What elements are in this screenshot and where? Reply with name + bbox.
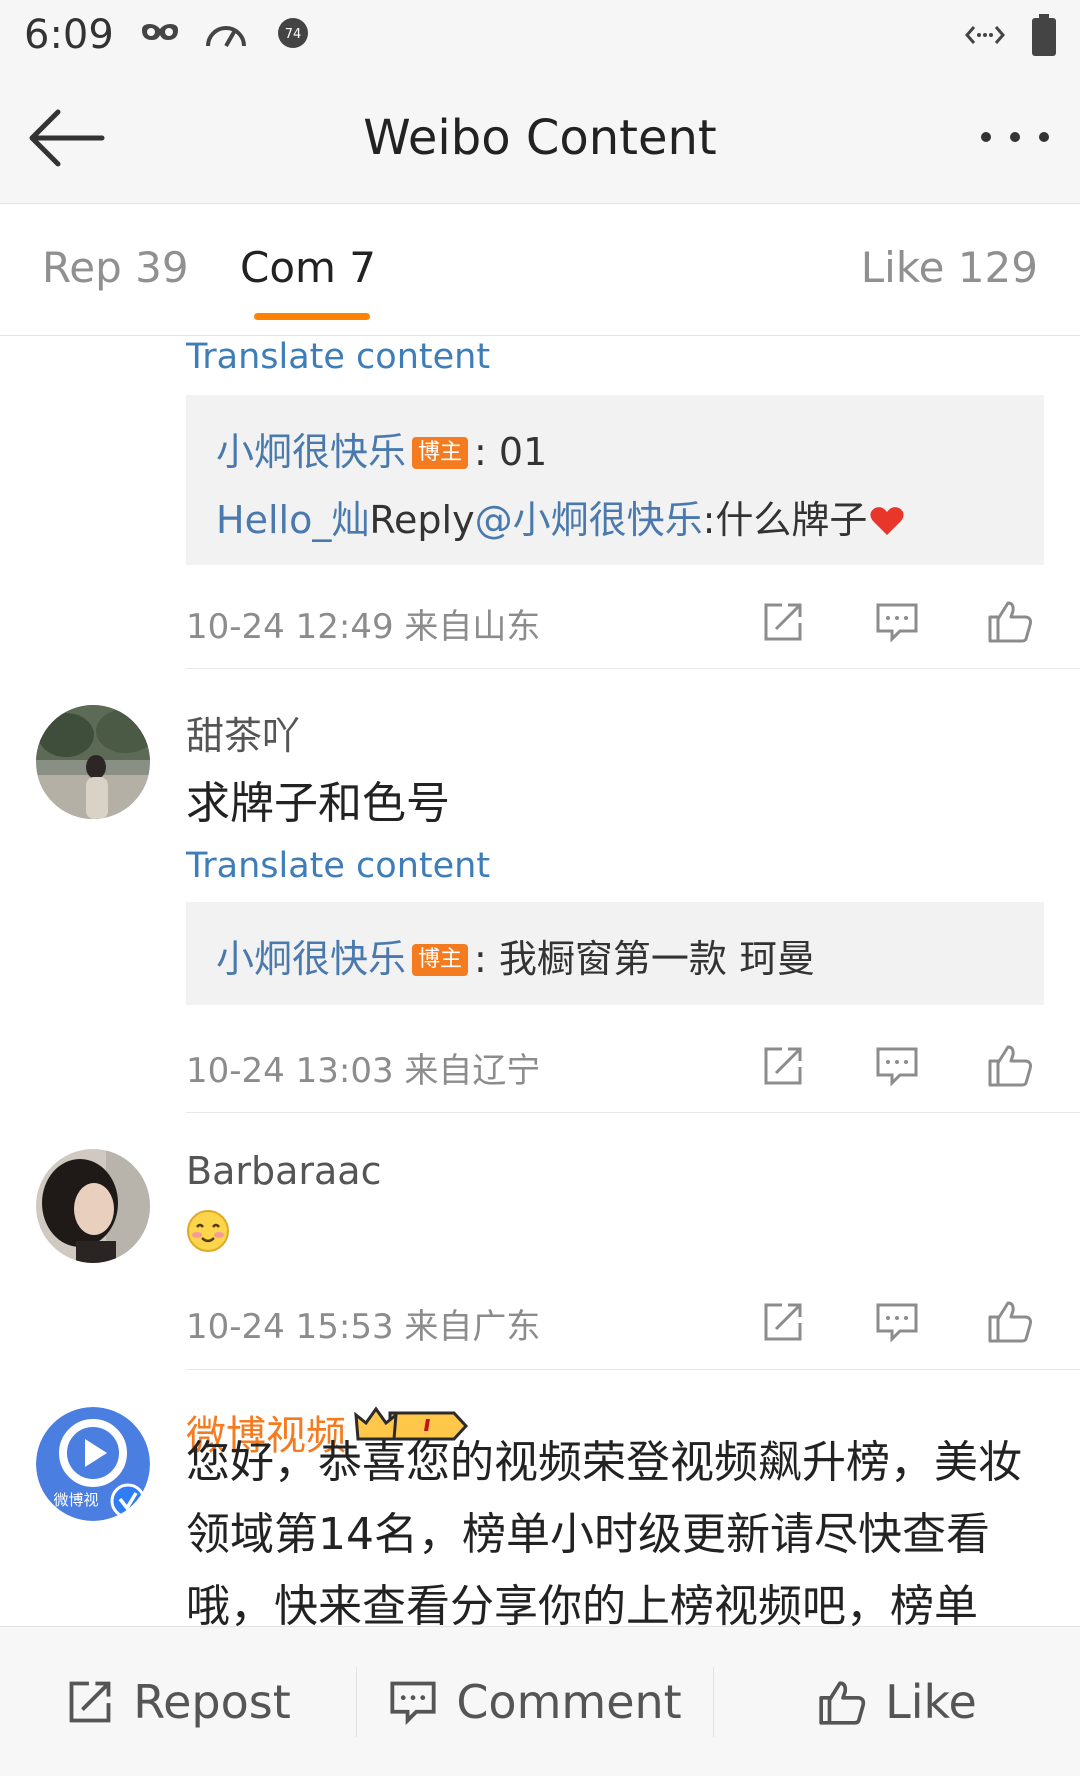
incognito-icon	[140, 20, 180, 52]
tab-bar: Rep 39 Com 7 Like 129	[0, 205, 1080, 336]
reply-action[interactable]	[874, 1043, 920, 1089]
blogger-badge: 博主	[412, 944, 469, 976]
data-transfer-icon	[964, 20, 1006, 54]
translate-link[interactable]: Translate content	[186, 846, 490, 886]
notification-badge-number: 74	[285, 27, 302, 42]
tab-reposts[interactable]: Rep 39	[42, 243, 189, 292]
comment-username[interactable]: Barbaraac	[186, 1149, 381, 1193]
comment-meta: 10-24 13:03 来自辽宁	[186, 1051, 541, 1091]
thumbs-up-icon	[819, 1681, 866, 1725]
comment-username[interactable]: 甜茶吖	[186, 705, 300, 760]
quote-line: 小炯很快乐 博主: 我橱窗第一款 珂曼	[216, 928, 815, 983]
share-icon	[69, 1681, 111, 1723]
share-icon	[764, 1047, 802, 1085]
comment-meta: 10-24 12:49 来自山东	[186, 607, 541, 647]
repost-label: Repost	[133, 1675, 291, 1729]
comment-button[interactable]: Comment	[357, 1627, 713, 1776]
tab-comments[interactable]: Com 7	[240, 243, 376, 292]
quote-author-link[interactable]: 小炯很快乐	[216, 430, 406, 474]
blogger-badge: 博主	[412, 437, 469, 469]
avatar[interactable]: 微博视	[36, 1407, 150, 1521]
speedometer-icon	[204, 20, 248, 54]
user-photo-image	[36, 705, 150, 819]
reply-action[interactable]	[874, 599, 920, 645]
comment-text: 求牌子和色号	[186, 778, 450, 829]
page-title: Weibo Content	[363, 110, 717, 166]
repost-action[interactable]	[760, 599, 806, 645]
share-icon	[764, 603, 802, 641]
avatar-caption: 微博视	[53, 1491, 98, 1509]
repost-action[interactable]	[760, 1299, 806, 1345]
comment-divider	[186, 668, 1080, 669]
active-tab-indicator	[254, 313, 370, 320]
comment-icon	[876, 603, 918, 643]
comment-icon	[390, 1681, 436, 1726]
reply-word: Reply	[369, 498, 475, 542]
bottom-action-bar: Repost Comment Like	[0, 1626, 1080, 1776]
weibo-video-logo: 微博视	[36, 1407, 150, 1521]
notification-badge-icon: 74	[276, 16, 310, 54]
thumbs-up-icon	[988, 1045, 1032, 1087]
user-photo-image	[36, 1149, 150, 1263]
more-options-button[interactable]	[976, 112, 1054, 162]
blushing-emoji-icon	[186, 1209, 230, 1257]
avatar[interactable]	[36, 705, 150, 819]
title-bar: Weibo Content	[0, 72, 1080, 204]
reply-user-link[interactable]: Hello_灿	[216, 498, 369, 542]
reply-text: :什么牌子	[702, 498, 868, 542]
quote-text: : 我橱窗第一款 珂曼	[474, 937, 815, 981]
comment-icon	[876, 1303, 918, 1343]
status-bar: 6:09 74	[0, 0, 1080, 72]
like-action[interactable]	[986, 597, 1032, 643]
like-label: Like	[885, 1675, 977, 1729]
avatar[interactable]	[36, 1149, 150, 1263]
comment-icon	[876, 1047, 918, 1087]
quote-line-1: 小炯很快乐 博主: 01	[216, 421, 547, 476]
like-button[interactable]: Like	[714, 1627, 1080, 1776]
reply-quote-box[interactable]: 小炯很快乐 博主: 01 Hello_灿Reply@小炯很快乐:什么牌子	[186, 395, 1044, 565]
thumbs-up-icon	[988, 1301, 1032, 1343]
more-dots-icon	[981, 132, 1049, 142]
repost-action[interactable]	[760, 1043, 806, 1089]
weibo-content-screen: 6:09 74 Weibo Content Rep 39 Com 7 Like …	[0, 0, 1080, 1776]
translate-link[interactable]: Translate content	[186, 337, 490, 377]
repost-button[interactable]: Repost	[0, 1627, 356, 1776]
battery-icon	[1032, 14, 1056, 60]
quote-line-2: Hello_灿Reply@小炯很快乐:什么牌子	[216, 489, 905, 546]
heart-icon	[869, 502, 905, 546]
comment-meta: 10-24 15:53 来自广东	[186, 1307, 541, 1347]
thumbs-up-icon	[988, 601, 1032, 643]
quote-author-link[interactable]: 小炯很快乐	[216, 937, 406, 981]
share-icon	[764, 1303, 802, 1341]
reply-action[interactable]	[874, 1299, 920, 1345]
mention-link[interactable]: @小炯很快乐	[475, 498, 703, 542]
comment-text: 您好，恭喜您的视频荣登视频飙升榜，美妆领域第14名，榜单小时级更新请尽快查看哦，…	[186, 1437, 1022, 1627]
comment-feed[interactable]: Translate content 小炯很快乐 博主: 01 Hello_灿Rep…	[0, 337, 1080, 1627]
like-action[interactable]	[986, 1297, 1032, 1343]
quote-text: : 01	[474, 430, 548, 474]
tab-likes[interactable]: Like 129	[861, 243, 1038, 292]
comment-label: Comment	[456, 1675, 682, 1729]
reply-quote-box[interactable]: 小炯很快乐 博主: 我橱窗第一款 珂曼	[186, 902, 1044, 1005]
status-right-icons	[964, 14, 1056, 60]
comment-divider	[186, 1112, 1080, 1113]
comment-divider	[186, 1369, 1080, 1370]
status-time: 6:09	[24, 12, 114, 58]
like-action[interactable]	[986, 1041, 1032, 1087]
